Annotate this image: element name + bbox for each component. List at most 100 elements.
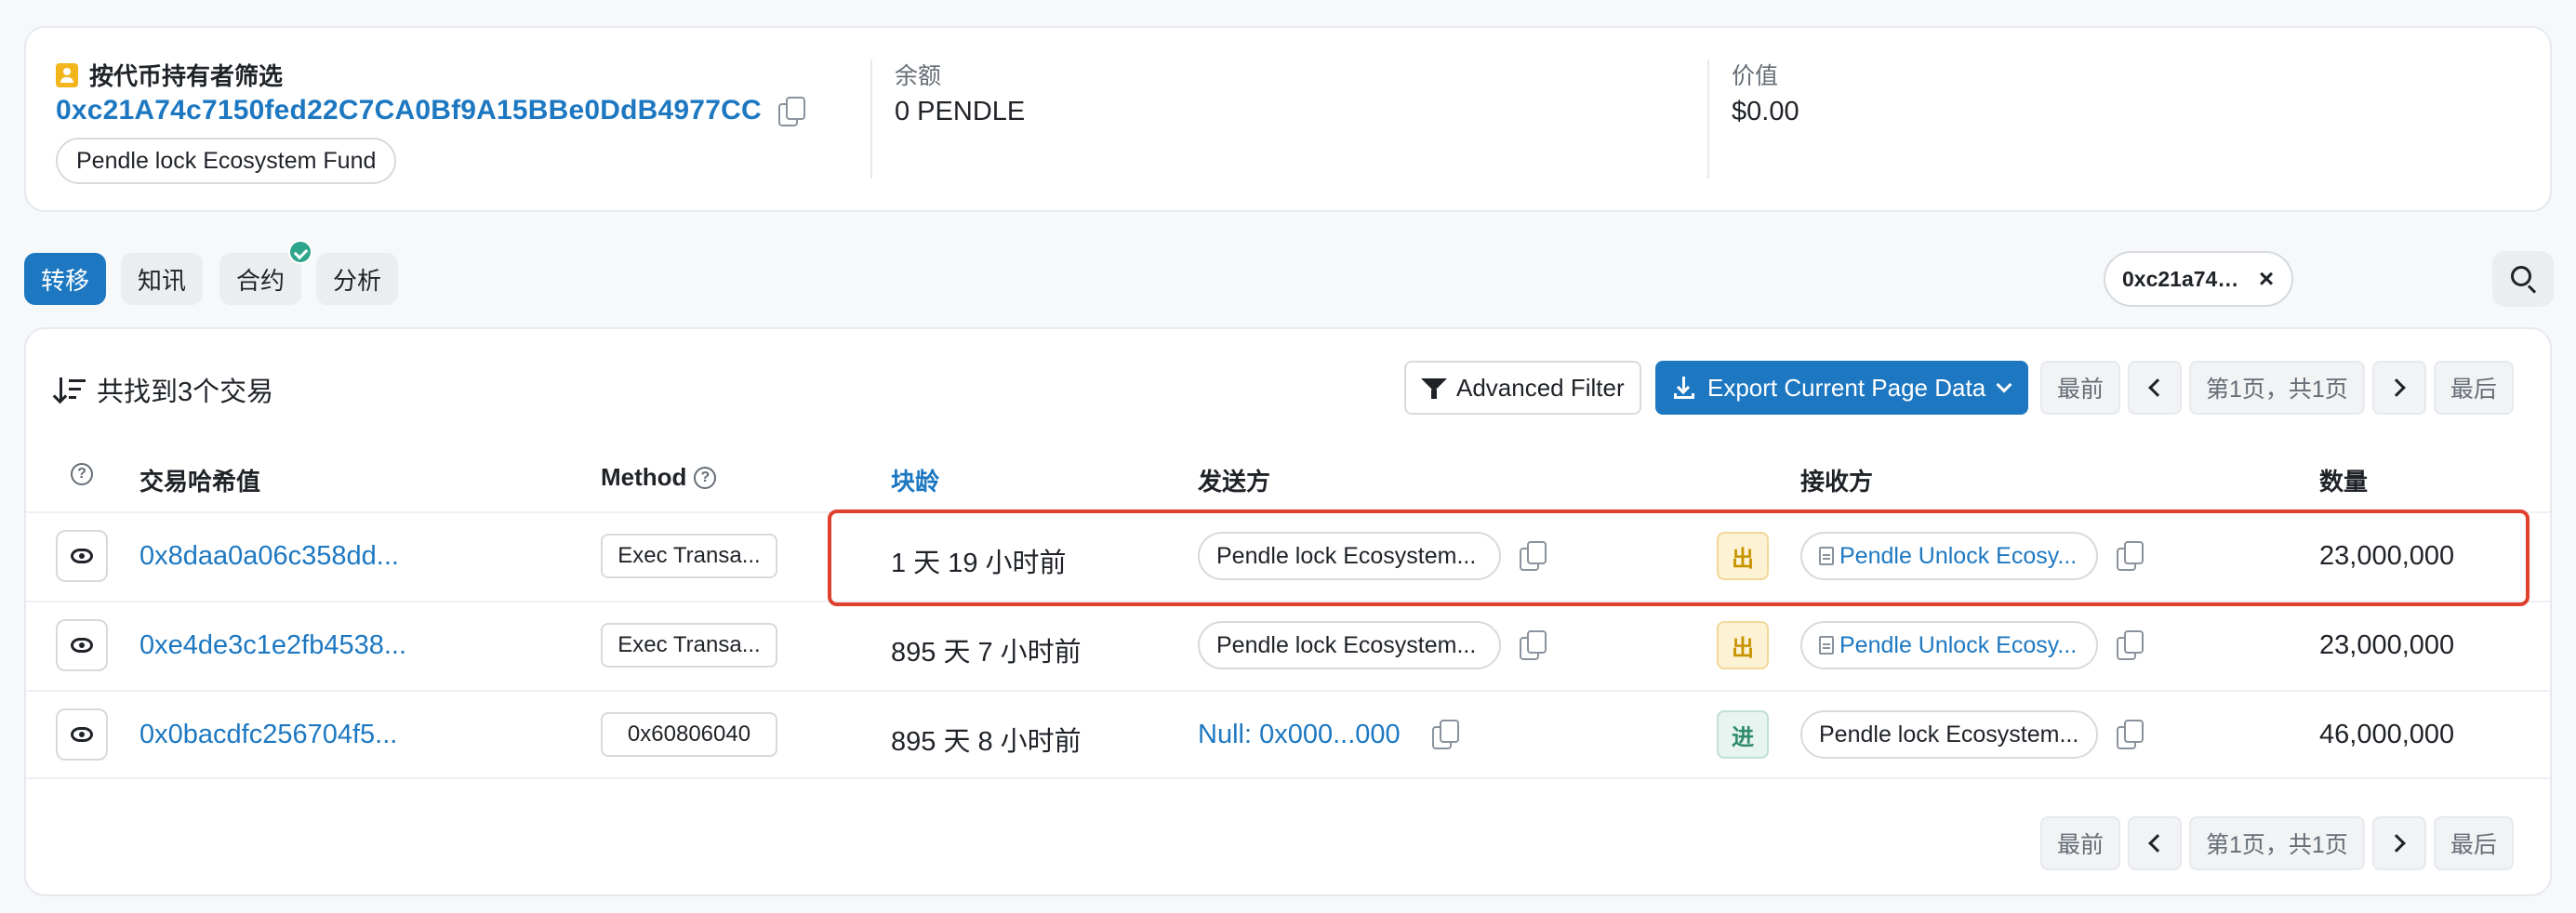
- to-address-pill[interactable]: Pendle Unlock Ecosy...: [1800, 532, 2098, 580]
- chevron-down-icon: [1996, 377, 2012, 393]
- address-filter-chip[interactable]: 0xc21a74c7150fed22c7ca0... ×: [2104, 251, 2293, 307]
- view-details-button[interactable]: [56, 530, 108, 582]
- tab-analytics[interactable]: 分析: [316, 253, 399, 305]
- balance-label: 余额: [895, 63, 942, 89]
- value-label: 价值: [1732, 63, 1779, 89]
- copy-icon[interactable]: [2117, 630, 2144, 660]
- tx-amount: 23,000,000: [2319, 541, 2455, 571]
- filter-icon: [1421, 377, 1447, 399]
- copy-icon[interactable]: [777, 97, 805, 126]
- to-address-pill[interactable]: Pendle lock Ecosystem...: [1800, 710, 2098, 759]
- chevron-left-icon: [2148, 378, 2167, 397]
- from-address-pill[interactable]: Pendle lock Ecosystem...: [1198, 532, 1501, 580]
- advanced-filter-button[interactable]: Advanced Filter: [1404, 361, 1641, 415]
- pagination-bottom: 最前 第1页，共1页 最后: [2040, 816, 2514, 870]
- help-icon[interactable]: ?: [694, 466, 717, 489]
- help-icon[interactable]: ?: [71, 463, 93, 485]
- method-badge: 0x60806040: [601, 712, 777, 757]
- verified-check-icon: [288, 240, 312, 264]
- copy-icon[interactable]: [2117, 720, 2144, 749]
- column-header-method: Method ?: [601, 463, 717, 492]
- export-label: Export Current Page Data: [1707, 373, 1986, 402]
- tx-amount: 46,000,000: [2319, 720, 2455, 749]
- eye-icon: [71, 727, 93, 742]
- chevron-right-icon: [2386, 378, 2406, 397]
- view-details-button[interactable]: [56, 619, 108, 671]
- results-count-text: 共找到3个交易: [97, 377, 274, 407]
- transactions-card: 共找到3个交易 Advanced Filter Export Current P…: [24, 327, 2552, 896]
- table-row: 0xe4de3c1e2fb4538... Exec Transa... 895 …: [26, 601, 2550, 690]
- tab-contract[interactable]: 合约: [219, 253, 302, 305]
- holder-address-row: 0xc21A74c7150fed22C7CA0Bf9A15BBe0DdB4977…: [56, 95, 805, 126]
- first-page-button[interactable]: 最前: [2040, 361, 2121, 415]
- search-icon: [2511, 266, 2531, 286]
- advanced-filter-label: Advanced Filter: [1456, 373, 1625, 402]
- column-header-method-label: Method: [601, 463, 687, 491]
- from-address-pill[interactable]: Pendle lock Ecosystem...: [1198, 621, 1501, 669]
- method-badge: Exec Transa...: [601, 534, 777, 578]
- to-address-text: Pendle Unlock Ecosy...: [1839, 542, 2078, 569]
- tx-age: 895 天 8 小时前: [891, 727, 1082, 757]
- column-help: ?: [71, 463, 93, 485]
- tab-info[interactable]: 知讯: [121, 253, 204, 305]
- tx-age: 895 天 7 小时前: [891, 638, 1082, 668]
- value-amount: $0.00: [1732, 97, 1799, 126]
- sort-icon[interactable]: [56, 376, 87, 404]
- direction-in-badge: 进: [1717, 710, 1769, 759]
- next-page-button[interactable]: [2371, 816, 2426, 870]
- view-details-button[interactable]: [56, 708, 108, 761]
- copy-icon[interactable]: [1520, 541, 1547, 571]
- balance-value: 0 PENDLE: [895, 97, 1026, 126]
- search-icon-handle: [2527, 284, 2537, 294]
- tx-hash-link[interactable]: 0x8daa0a06c358dd...: [139, 541, 399, 572]
- eye-icon: [71, 549, 93, 563]
- copy-icon[interactable]: [2117, 541, 2144, 571]
- copy-icon[interactable]: [1432, 720, 1459, 749]
- filter-by-holder-header: 按代币持有者筛选: [56, 58, 283, 92]
- column-header-hash: 交易哈希值: [139, 468, 261, 496]
- prev-page-button[interactable]: [2128, 816, 2183, 870]
- close-icon[interactable]: ×: [2252, 266, 2280, 294]
- column-header-to: 接收方: [1800, 468, 1874, 496]
- last-page-button[interactable]: 最后: [2433, 816, 2514, 870]
- to-address-pill[interactable]: Pendle Unlock Ecosy...: [1800, 621, 2098, 669]
- holder-address-link[interactable]: 0xc21A74c7150fed22C7CA0Bf9A15BBe0DdB4977…: [56, 95, 762, 126]
- tx-hash-link[interactable]: 0x0bacdfc256704f5...: [139, 720, 397, 750]
- table-row: 0x8daa0a06c358dd... Exec Transa... 1 天 1…: [26, 511, 2550, 601]
- table-row: 0x0bacdfc256704f5... 0x60806040 895 天 8 …: [26, 690, 2550, 779]
- method-badge: Exec Transa...: [601, 623, 777, 668]
- download-icon: [1674, 377, 1694, 399]
- last-page-button[interactable]: 最后: [2433, 361, 2514, 415]
- search-button[interactable]: [2492, 251, 2554, 307]
- copy-icon[interactable]: [1520, 630, 1547, 660]
- first-page-button[interactable]: 最前: [2040, 816, 2121, 870]
- direction-out-badge: 出: [1717, 532, 1769, 580]
- contact-card-icon: [56, 62, 78, 87]
- holder-summary-card: 按代币持有者筛选 0xc21A74c7150fed22C7CA0Bf9A15BB…: [24, 26, 2552, 212]
- eye-icon: [71, 638, 93, 653]
- contract-file-icon: [1819, 547, 1834, 565]
- results-count: 共找到3个交易: [56, 370, 273, 409]
- tab-transfers[interactable]: 转移: [24, 253, 107, 305]
- direction-out-badge: 出: [1717, 621, 1769, 669]
- export-button[interactable]: Export Current Page Data: [1655, 361, 2029, 415]
- divider: [870, 60, 872, 179]
- tx-amount: 23,000,000: [2319, 630, 2455, 660]
- chevron-left-icon: [2148, 834, 2167, 853]
- pagination-top: 最前 第1页，共1页 最后: [2040, 361, 2514, 415]
- column-header-age[interactable]: 块龄: [891, 463, 939, 497]
- next-page-button[interactable]: [2371, 361, 2426, 415]
- from-address-link[interactable]: Null: 0x000...000: [1198, 720, 1401, 750]
- filter-by-holder-label: 按代币持有者筛选: [89, 62, 284, 90]
- chevron-right-icon: [2386, 834, 2406, 853]
- column-header-amount: 数量: [2319, 468, 2369, 496]
- prev-page-button[interactable]: [2128, 361, 2183, 415]
- contract-file-icon: [1819, 636, 1834, 655]
- address-filter-text: 0xc21a74c7150fed22c7ca0...: [2122, 266, 2245, 291]
- tx-hash-link[interactable]: 0xe4de3c1e2fb4538...: [139, 630, 406, 661]
- page-info: 第1页，共1页: [2189, 816, 2365, 870]
- tx-age: 1 天 19 小时前: [891, 549, 1067, 578]
- holder-name-tag[interactable]: Pendle lock Ecosystem Fund: [56, 138, 397, 184]
- to-address-text: Pendle Unlock Ecosy...: [1839, 631, 2078, 658]
- column-header-from: 发送方: [1198, 468, 1271, 496]
